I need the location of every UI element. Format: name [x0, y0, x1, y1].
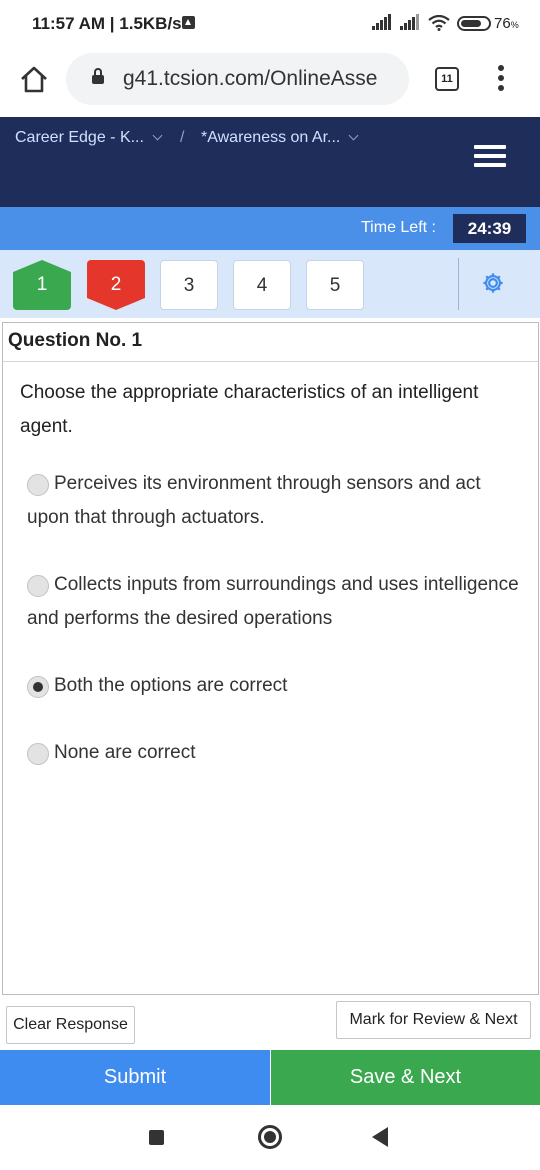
question-palette-button-5[interactable]: 5	[306, 260, 364, 310]
time-left-label: Time Left :	[361, 219, 436, 236]
browser-toolbar: g41.tcsion.com/OnlineAsse 11	[0, 50, 540, 117]
breadcrumb-assessment[interactable]: *Awareness on Ar...	[201, 129, 359, 147]
chevron-down-icon	[152, 130, 163, 141]
option-radio[interactable]	[27, 743, 49, 765]
tabs-icon[interactable]: 11	[435, 67, 459, 91]
battery-fill	[461, 20, 481, 27]
breadcrumb-separator: /	[180, 129, 185, 146]
mark-for-review-button[interactable]: Mark for Review & Next	[336, 1001, 531, 1039]
question-number: Question No. 1	[8, 330, 143, 351]
option-label[interactable]: Perceives its environment through sensor…	[27, 473, 481, 528]
breadcrumb-course[interactable]: Career Edge - K...	[15, 129, 163, 147]
clear-response-button[interactable]: Clear Response	[6, 1006, 135, 1044]
recents-icon[interactable]	[149, 1130, 164, 1145]
option-label[interactable]: None are correct	[54, 742, 196, 763]
question-palette-button-2[interactable]: 2	[87, 260, 145, 310]
palette-divider	[458, 258, 459, 310]
address-bar[interactable]: g41.tcsion.com/OnlineAsse	[66, 53, 409, 105]
upload-arrow-icon	[182, 16, 195, 29]
submit-button[interactable]: Submit	[0, 1050, 270, 1105]
divider	[3, 361, 538, 362]
system-nav-bar	[0, 1105, 540, 1170]
hamburger-icon[interactable]	[474, 145, 506, 173]
option-label[interactable]: Both the options are correct	[54, 675, 287, 696]
battery-icon	[457, 16, 491, 31]
question-palette-button-1[interactable]: 1	[13, 260, 71, 310]
option-1[interactable]: Perceives its environment through sensor…	[27, 467, 527, 535]
option-3[interactable]: Both the options are correct	[27, 669, 527, 703]
option-radio-selected[interactable]	[27, 676, 49, 698]
lock-icon	[92, 68, 104, 84]
more-vert-icon[interactable]	[497, 65, 505, 93]
home-circle-icon[interactable]	[258, 1125, 282, 1149]
gear-icon[interactable]	[482, 272, 504, 294]
chevron-down-icon	[348, 130, 359, 141]
question-panel: Question No. 1 Choose the appropriate ch…	[2, 322, 539, 995]
battery-percentage: 76%	[494, 15, 519, 32]
save-and-next-button[interactable]: Save & Next	[271, 1050, 540, 1105]
time-left-value: 24:39	[453, 214, 526, 243]
signal-icon	[372, 14, 394, 30]
status-time: 11:57 AM | 1.5KB/s	[32, 14, 182, 33]
wifi-icon	[428, 15, 450, 31]
app-header: Career Edge - K... / *Awareness on Ar...	[0, 117, 540, 207]
option-2[interactable]: Collects inputs from surroundings and us…	[27, 568, 527, 636]
option-radio[interactable]	[27, 474, 49, 496]
question-palette-button-4[interactable]: 4	[233, 260, 291, 310]
url-text[interactable]: g41.tcsion.com/OnlineAsse	[123, 67, 405, 91]
option-4[interactable]: None are correct	[27, 736, 527, 770]
question-palette-button-3[interactable]: 3	[160, 260, 218, 310]
option-label[interactable]: Collects inputs from surroundings and us…	[27, 574, 519, 629]
timer-bar: Time Left : 24:39	[0, 207, 540, 250]
back-icon[interactable]	[372, 1127, 388, 1147]
signal-icon	[400, 14, 422, 30]
question-palette: 1 2 3 4 5	[0, 250, 540, 318]
option-radio[interactable]	[27, 575, 49, 597]
home-icon[interactable]	[18, 64, 50, 96]
question-text: Choose the appropriate characteristics o…	[20, 382, 479, 437]
status-bar: 11:57 AM | 1.5KB/s 76%	[0, 0, 540, 50]
